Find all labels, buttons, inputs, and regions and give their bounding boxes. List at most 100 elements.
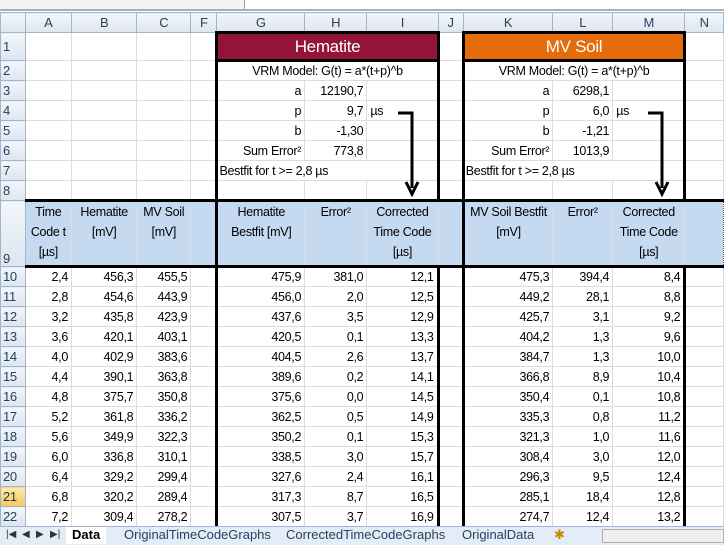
data-cell[interactable]: 420,5 [215, 326, 306, 347]
row-header-16[interactable]: 16 [0, 386, 26, 407]
data-cell[interactable]: 454,6 [70, 286, 138, 307]
data-cell[interactable]: 1,0 [552, 426, 614, 447]
data-cell[interactable]: 475,9 [215, 266, 306, 287]
data-cell[interactable]: 13,7 [366, 346, 440, 367]
data-cell[interactable]: 12,1 [366, 266, 440, 287]
data-cell[interactable]: 285,1 [461, 486, 554, 507]
column-header-H[interactable]: H [304, 12, 368, 33]
data-cell[interactable]: 394,4 [552, 266, 614, 287]
mvsoil-p-label[interactable]: p [461, 100, 554, 121]
cell[interactable] [190, 386, 218, 407]
cell[interactable] [70, 160, 138, 181]
data-cell[interactable]: 455,5 [136, 266, 192, 287]
cell[interactable] [24, 180, 73, 201]
data-cell[interactable]: 274,7 [461, 506, 554, 527]
cell[interactable] [437, 366, 464, 387]
data-cell[interactable]: 12,9 [366, 306, 440, 327]
data-cell[interactable]: 9,2 [612, 306, 687, 327]
cell[interactable] [24, 80, 73, 101]
cell[interactable] [437, 466, 464, 487]
cell[interactable] [190, 446, 218, 467]
data-cell[interactable]: 299,4 [136, 466, 192, 487]
mvsoil-bestfit-note[interactable]: Bestfit for t >= 2,8 µs [461, 160, 687, 181]
data-cell[interactable]: 278,2 [136, 506, 192, 527]
data-cell[interactable]: 3,0 [552, 446, 614, 467]
data-cell[interactable]: 9,6 [612, 326, 687, 347]
data-cell[interactable]: 18,4 [552, 486, 614, 507]
data-cell[interactable]: 456,0 [215, 286, 306, 307]
data-cell[interactable]: 425,7 [461, 306, 554, 327]
mvsoil-a-value[interactable]: 6298,1 [552, 80, 614, 101]
cell[interactable] [190, 100, 218, 121]
data-cell[interactable]: 2,6 [304, 346, 368, 367]
data-cell[interactable]: 12,5 [366, 286, 440, 307]
cell[interactable] [190, 160, 218, 181]
hematite-bestfit-note[interactable]: Bestfit for t >= 2,8 µs [215, 160, 440, 181]
cell[interactable] [437, 120, 464, 141]
data-cell[interactable]: 336,2 [136, 406, 192, 427]
data-cell[interactable]: 289,4 [136, 486, 192, 507]
mvsoil-title[interactable]: MV Soil [461, 31, 687, 62]
hematite-a-value[interactable]: 12190,7 [304, 80, 368, 101]
cell[interactable] [215, 180, 306, 201]
data-cell[interactable]: 3,5 [304, 306, 368, 327]
cell[interactable] [437, 266, 464, 287]
row-header-12[interactable]: 12 [0, 306, 26, 327]
name-box[interactable] [0, 0, 245, 9]
data-cell[interactable]: 12,8 [612, 486, 687, 507]
cell[interactable] [190, 306, 218, 327]
cell[interactable] [684, 286, 724, 307]
cell[interactable] [24, 120, 73, 141]
data-cell[interactable]: 335,3 [461, 406, 554, 427]
data-cell[interactable]: 4,0 [24, 346, 73, 367]
cell[interactable] [70, 180, 138, 201]
column-label[interactable]: Time Code t [µs] [24, 199, 73, 268]
data-cell[interactable]: 420,1 [70, 326, 138, 347]
data-cell[interactable]: 6,0 [24, 446, 73, 467]
cell[interactable] [684, 120, 724, 141]
column-label[interactable]: Error² [304, 199, 368, 268]
data-cell[interactable]: 8,9 [552, 366, 614, 387]
cell[interactable] [366, 140, 440, 161]
hematite-b-value[interactable]: -1,30 [304, 120, 368, 141]
data-cell[interactable]: 327,6 [215, 466, 306, 487]
cell[interactable] [190, 140, 218, 161]
cell[interactable] [190, 366, 218, 387]
column-header-F[interactable]: F [190, 12, 218, 33]
row-header-19[interactable]: 19 [0, 446, 26, 467]
cell[interactable] [24, 100, 73, 121]
cell[interactable] [684, 326, 724, 347]
column-header-C[interactable]: C [136, 12, 192, 33]
data-cell[interactable]: 3,2 [24, 306, 73, 327]
cell[interactable] [24, 60, 73, 81]
data-cell[interactable]: 0,8 [552, 406, 614, 427]
data-cell[interactable]: 435,8 [70, 306, 138, 327]
cell[interactable] [136, 60, 192, 81]
data-cell[interactable]: 381,0 [304, 266, 368, 287]
cell[interactable] [684, 32, 724, 61]
cell[interactable] [437, 406, 464, 427]
cell[interactable] [552, 180, 614, 201]
data-cell[interactable]: 12,0 [612, 446, 687, 467]
data-cell[interactable]: 1,3 [552, 326, 614, 347]
data-cell[interactable]: 16,9 [366, 506, 440, 527]
tab-data[interactable]: Data [66, 527, 107, 544]
cell[interactable] [684, 180, 724, 201]
cell[interactable] [136, 160, 192, 181]
data-cell[interactable]: 449,2 [461, 286, 554, 307]
data-cell[interactable]: 11,2 [612, 406, 687, 427]
data-cell[interactable]: 5,2 [24, 406, 73, 427]
prev-sheet-icon[interactable]: ◀ [22, 529, 30, 540]
data-cell[interactable]: 3,7 [304, 506, 368, 527]
data-cell[interactable]: 13,3 [366, 326, 440, 347]
cell[interactable] [684, 346, 724, 367]
first-sheet-icon[interactable]: |◀ [6, 529, 16, 540]
data-cell[interactable]: 350,4 [461, 386, 554, 407]
mvsoil-p-unit[interactable]: µs [612, 100, 687, 121]
cell[interactable] [190, 506, 218, 527]
data-cell[interactable]: 307,5 [215, 506, 306, 527]
cell[interactable] [684, 60, 724, 81]
data-cell[interactable]: 6,4 [24, 466, 73, 487]
data-cell[interactable]: 4,4 [24, 366, 73, 387]
row-header-9[interactable]: 9 [0, 200, 26, 267]
